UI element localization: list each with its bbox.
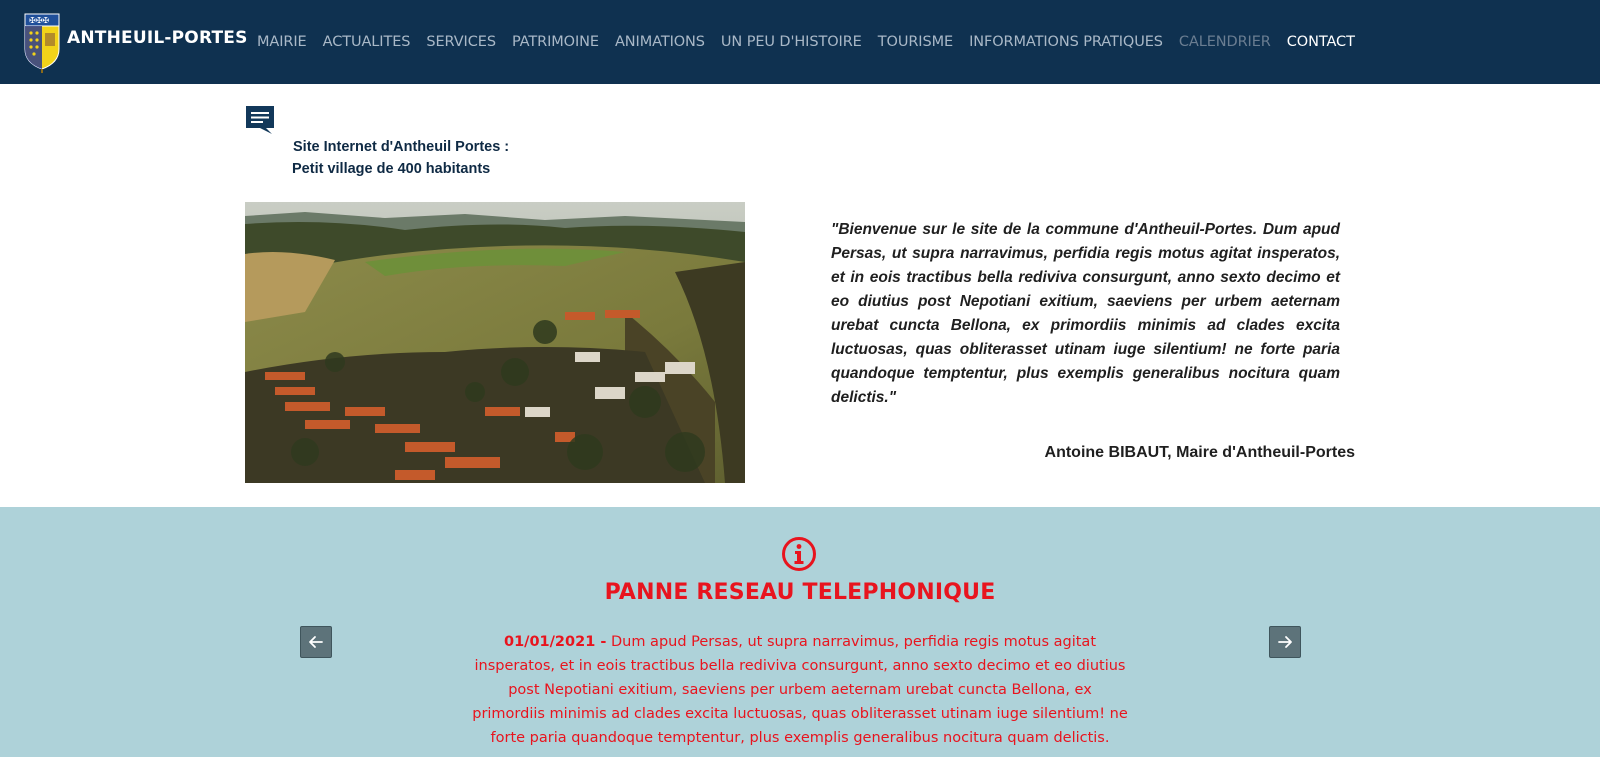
info-circle-icon <box>782 537 816 571</box>
chat-bubble-icon <box>246 106 274 134</box>
nav-actualites[interactable]: ACTUALITES <box>323 34 411 50</box>
alert-date: 01/01/2021 - <box>503 634 607 650</box>
intro-line-1: Site Internet d'Antheuil Portes : <box>293 139 510 155</box>
nav-patrimoine[interactable]: PATRIMOINE <box>512 34 599 50</box>
nav-mairie[interactable]: MAIRIE <box>257 34 307 50</box>
svg-text:✠✠✠: ✠✠✠ <box>29 16 49 25</box>
mayor-signature: Antoine BIBAUT, Maire d'Antheuil-Portes <box>1044 444 1355 461</box>
coat-of-arms-icon: ✠✠✠ <box>24 13 60 73</box>
intro-line-2: Petit village de 400 habitants <box>292 161 491 177</box>
nav-animations[interactable]: ANIMATIONS <box>615 34 705 50</box>
arrow-right-icon <box>1278 636 1292 648</box>
village-aerial-photo <box>245 202 745 483</box>
main-nav: MAIRIE ACTUALITES SERVICES PATRIMOINE AN… <box>257 0 1371 84</box>
arrow-left-icon <box>309 636 323 648</box>
nav-histoire[interactable]: UN PEU D'HISTOIRE <box>721 34 862 50</box>
alert-prev-button[interactable] <box>300 626 332 658</box>
mayor-welcome-quote: "Bienvenue sur le site de la commune d'A… <box>831 221 1340 406</box>
nav-tourisme[interactable]: TOURISME <box>878 34 953 50</box>
nav-services[interactable]: SERVICES <box>426 34 496 50</box>
site-name: ANTHEUIL-PORTES <box>67 28 248 48</box>
alert-body: Dum apud Persas, ut supra narravimus, pe… <box>472 634 1128 746</box>
top-navbar: ✠✠✠ ANTHEUIL-PORTES MAIRIE ACTUALITES SE… <box>0 0 1600 84</box>
site-brand[interactable]: ✠✠✠ ANTHEUIL-PORTES <box>24 13 247 73</box>
nav-calendrier[interactable]: CALENDRIER <box>1179 34 1271 50</box>
nav-contact[interactable]: CONTACT <box>1287 34 1355 50</box>
intro-text: Site Internet d'Antheuil Portes : Petit … <box>292 136 510 180</box>
alert-next-button[interactable] <box>1269 626 1301 658</box>
alert-message: 01/01/2021 - Dum apud Persas, ut supra n… <box>470 630 1130 750</box>
nav-informations-pratiques[interactable]: INFORMATIONS PRATIQUES <box>969 34 1163 50</box>
alert-title: PANNE RESEAU TELEPHONIQUE <box>604 580 996 605</box>
